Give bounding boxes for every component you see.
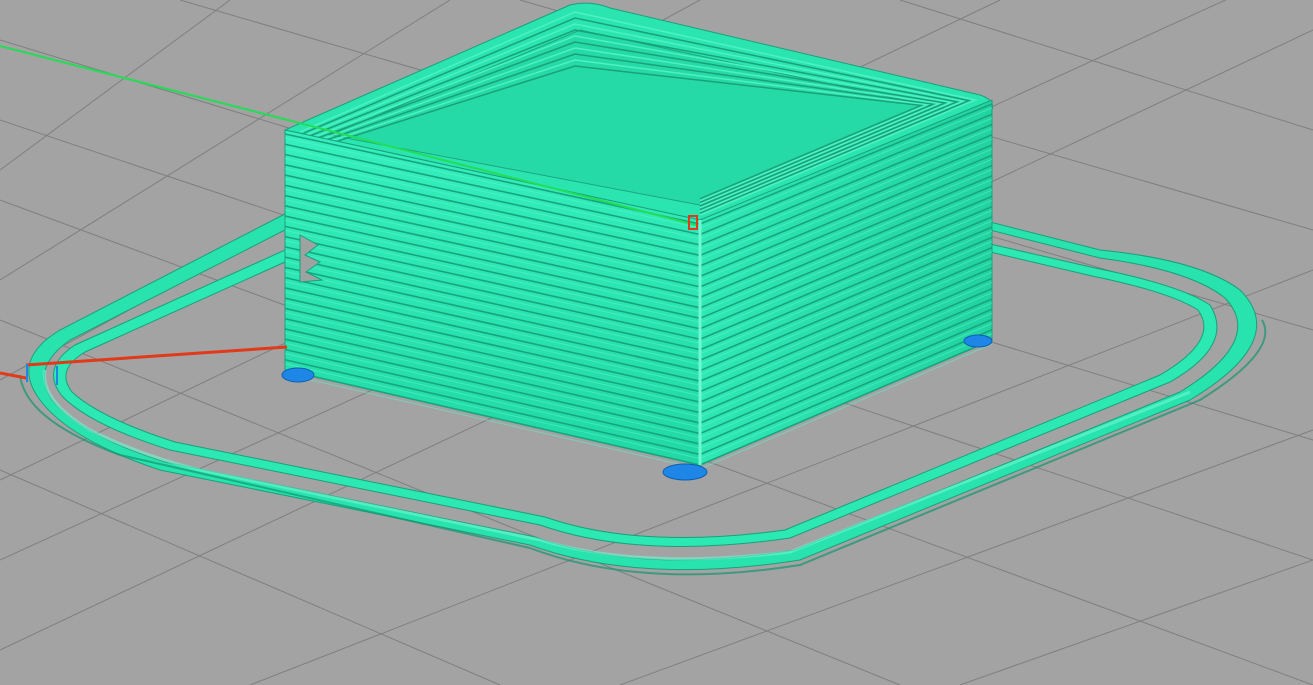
seam-marker-icon — [281, 367, 315, 383]
seam-marker-icon — [662, 463, 708, 481]
seam-marker-icon — [963, 334, 993, 348]
printed-box-object — [283, 2, 993, 470]
grid-line — [959, 559, 1313, 685]
grid-line — [0, 0, 231, 171]
retraction-move-line — [0, 371, 27, 380]
grid-line — [0, 469, 501, 685]
3d-preview-viewport[interactable] — [0, 0, 1313, 685]
preview-scene — [0, 0, 1313, 685]
